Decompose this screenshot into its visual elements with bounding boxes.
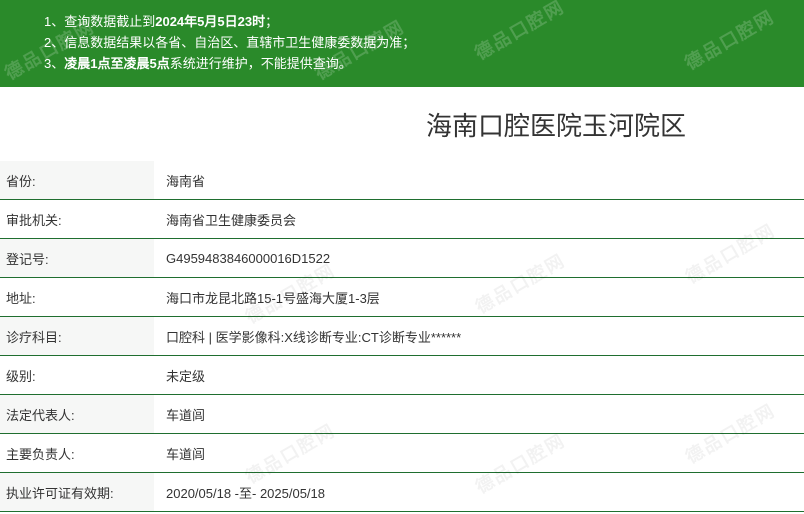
table-row: 主要负责人: 车道闾 [0,433,804,473]
row-label: 法定代表人: [0,394,154,434]
row-label: 执业许可证有效期: [0,472,154,512]
table-row: 登记号: G4959483846000016D1522 [0,238,804,278]
row-value: 2020/05/18 -至- 2025/05/18 [154,472,804,512]
notice-maintenance-window: 凌晨1点至凌晨5点 [64,56,170,71]
row-label: 级别: [0,355,154,395]
table-row: 诊疗科目: 口腔科 | 医学影像科:X线诊断专业:CT诊断专业****** [0,316,804,356]
notice-banner: 1、查询数据截止到2024年5月5日23时； 2、信息数据结果以各省、自治区、直… [0,0,804,87]
table-row: 审批机关: 海南省卫生健康委员会 [0,199,804,239]
row-value: 口腔科 | 医学影像科:X线诊断专业:CT诊断专业****** [154,316,804,356]
row-value: 未定级 [154,355,804,395]
row-label: 审批机关: [0,199,154,239]
notice-date: 2024年5月5日23时 [155,14,266,29]
row-value: 海南省卫生健康委员会 [154,199,804,239]
row-value: 车道闾 [154,394,804,434]
notice-line-3: 3、凌晨1点至凌晨5点系统进行维护，不能提供查询。 [44,56,352,71]
info-table: 省份: 海南省 审批机关: 海南省卫生健康委员会 登记号: G49594838460000… [0,161,804,512]
notice-line-1: 1、查询数据截止到2024年5月5日23时； [44,14,279,29]
row-label: 地址: [0,277,154,317]
row-value: 海口市龙昆北路15-1号盛海大厦1-3层 [154,277,804,317]
row-label: 诊疗科目: [0,316,154,356]
table-row: 执业许可证有效期: 2020/05/18 -至- 2025/05/18 [0,472,804,512]
row-value: G4959483846000016D1522 [154,238,804,278]
row-value: 海南省 [154,161,804,200]
row-label: 主要负责人: [0,433,154,473]
row-label: 省份: [0,161,154,200]
row-label: 登记号: [0,238,154,278]
table-row: 省份: 海南省 [0,161,804,200]
page-title: 海南口腔医院玉河院区 [425,111,686,142]
notice-line-2: 2、信息数据结果以各省、自治区、直辖市卫生健康委数据为准； [44,35,416,50]
table-row: 地址: 海口市龙昆北路15-1号盛海大厦1-3层 [0,277,804,317]
table-row: 法定代表人: 车道闾 [0,394,804,434]
table-row: 级别: 未定级 [0,355,804,395]
row-value: 车道闾 [154,433,804,473]
